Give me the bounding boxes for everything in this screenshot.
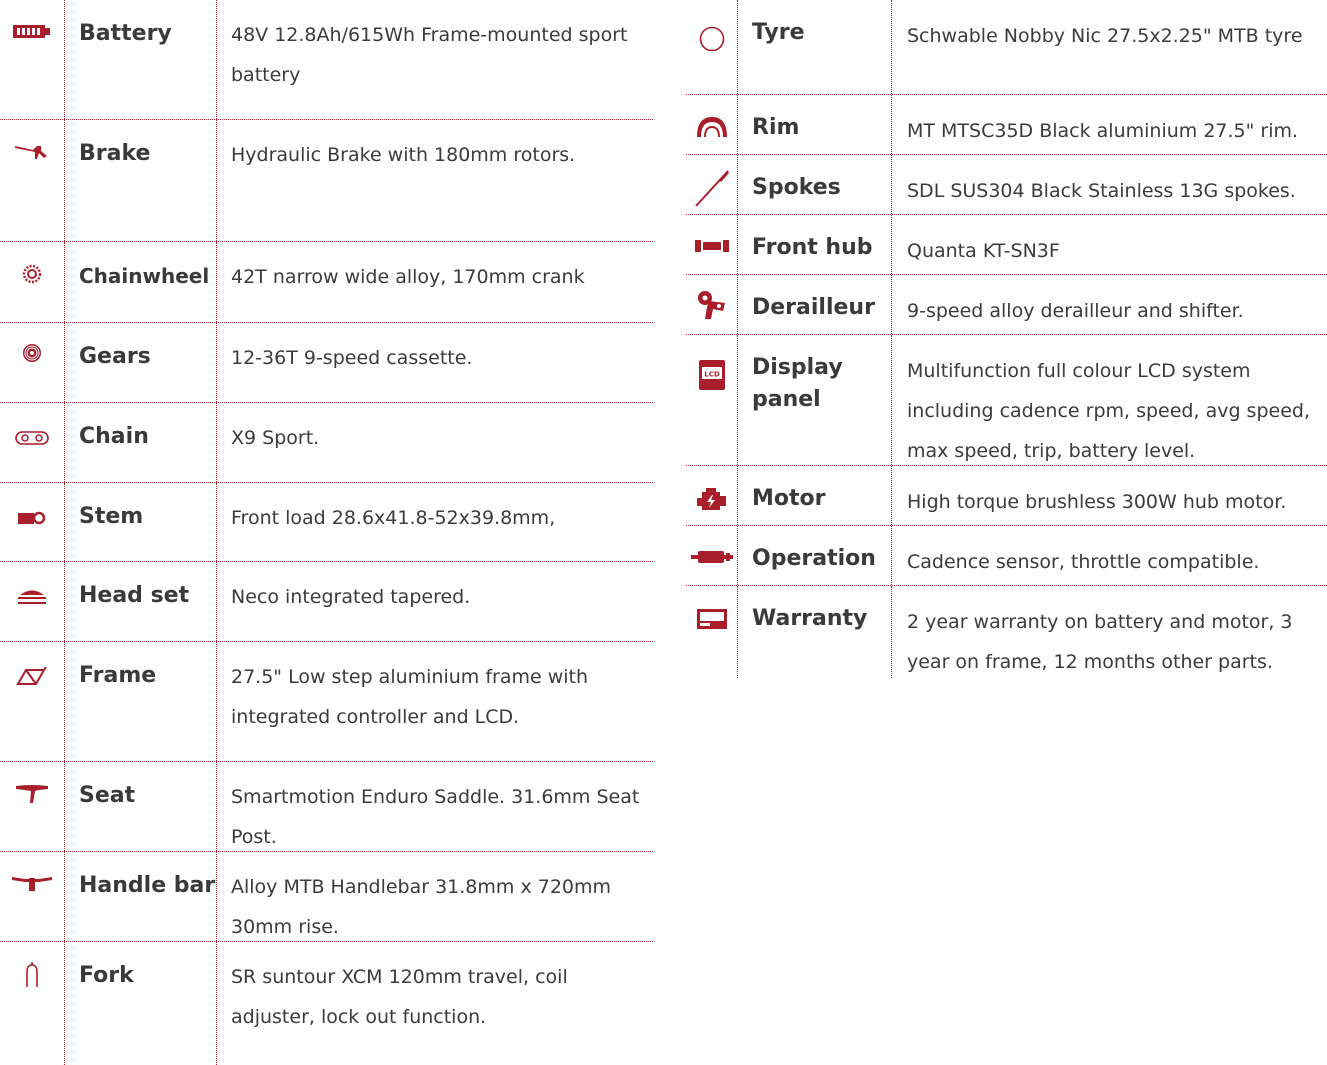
rim-icon bbox=[686, 95, 738, 154]
spec-name: Seat bbox=[65, 762, 217, 851]
spec-row-tyre: Tyre Schwable Nobby Nic 27.5x2.25" MTB t… bbox=[686, 0, 1327, 95]
spec-table-right: Tyre Schwable Nobby Nic 27.5x2.25" MTB t… bbox=[686, 0, 1327, 678]
spec-name: Gears bbox=[65, 323, 217, 402]
spec-name: Stem bbox=[65, 483, 217, 561]
spec-row-brake: Brake Hydraulic Brake with 180mm rotors. bbox=[0, 120, 653, 242]
spec-value: 48V 12.8Ah/615Wh Frame-mounted sport bat… bbox=[231, 24, 628, 86]
spec-value: SDL SUS304 Black Stainless 13G spokes. bbox=[907, 180, 1296, 202]
svg-text:LCD: LCD bbox=[704, 371, 720, 379]
spec-value: Quanta KT-SN3F bbox=[907, 240, 1060, 262]
frame-icon bbox=[0, 642, 65, 761]
spec-row-spokes: Spokes SDL SUS304 Black Stainless 13G sp… bbox=[686, 155, 1327, 215]
tyre-icon bbox=[686, 0, 738, 94]
spec-name: Handle bar bbox=[65, 852, 217, 941]
spec-row-headset: Head set Neco integrated tapered. bbox=[0, 562, 653, 642]
spec-row-chainwheel: Chainwheel 42T narrow wide alloy, 170mm … bbox=[0, 242, 653, 323]
spec-row-rim: Rim MT MTSC35D Black aluminium 27.5" rim… bbox=[686, 95, 1327, 155]
spec-row-seat: Seat Smartmotion Enduro Saddle. 31.6mm S… bbox=[0, 762, 653, 852]
spec-name: Spokes bbox=[738, 155, 892, 214]
warranty-icon bbox=[686, 586, 738, 678]
spec-row-stem: Stem Front load 28.6x41.8-52x39.8mm, bbox=[0, 483, 653, 562]
spec-name: Frame bbox=[65, 642, 217, 761]
seat-icon bbox=[0, 762, 65, 851]
spec-value: 42T narrow wide alloy, 170mm crank bbox=[231, 266, 585, 288]
spec-row-display-panel: LCD Display panel Multifunction full col… bbox=[686, 335, 1327, 466]
spec-value: 9-speed alloy derailleur and shifter. bbox=[907, 300, 1244, 322]
spec-value: 2 year warranty on battery and motor, 3 … bbox=[907, 611, 1293, 673]
spec-name: Derailleur bbox=[738, 275, 892, 334]
spec-value: SR suntour XCM 120mm travel, coil adjust… bbox=[231, 966, 568, 1028]
spec-name: Battery bbox=[65, 0, 217, 119]
spec-value: 27.5" Low step aluminium frame with inte… bbox=[231, 666, 589, 728]
operation-icon bbox=[686, 526, 738, 585]
spec-value: Hydraulic Brake with 180mm rotors. bbox=[231, 144, 576, 166]
spec-name: Fork bbox=[65, 942, 217, 1065]
spec-value: X9 Sport. bbox=[231, 427, 320, 449]
spec-row-frame: Frame 27.5" Low step aluminium frame wit… bbox=[0, 642, 653, 762]
spec-row-fork: Fork SR suntour XCM 120mm travel, coil a… bbox=[0, 942, 653, 1065]
brake-lever-icon bbox=[0, 120, 65, 241]
spec-name: Chainwheel bbox=[65, 242, 217, 322]
spec-name: Display panel bbox=[738, 335, 892, 465]
handlebar-icon bbox=[0, 852, 65, 941]
fork-icon bbox=[0, 942, 65, 1065]
chain-icon bbox=[0, 403, 65, 482]
spoke-icon bbox=[686, 155, 738, 214]
spec-name: Rim bbox=[738, 95, 892, 154]
spec-value: High torque brushless 300W hub motor. bbox=[907, 491, 1287, 513]
spec-value: Front load 28.6x41.8-52x39.8mm, bbox=[231, 507, 556, 529]
stem-icon bbox=[0, 483, 65, 561]
spec-value: MT MTSC35D Black aluminium 27.5" rim. bbox=[907, 120, 1299, 142]
spec-name: Motor bbox=[738, 466, 892, 525]
spec-row-battery: Battery 48V 12.8Ah/615Wh Frame-mounted s… bbox=[0, 0, 653, 120]
spec-name: Head set bbox=[65, 562, 217, 641]
lcd-display-icon: LCD bbox=[686, 335, 738, 465]
spec-row-operation: Operation Cadence sensor, throttle compa… bbox=[686, 526, 1327, 586]
spec-row-handlebar: Handle bar Alloy MTB Handlebar 31.8mm x … bbox=[0, 852, 653, 942]
spec-value: Smartmotion Enduro Saddle. 31.6mm Seat P… bbox=[231, 786, 640, 848]
spec-name: Chain bbox=[65, 403, 217, 482]
spec-row-chain: Chain X9 Sport. bbox=[0, 403, 653, 483]
spec-row-front-hub: Front hub Quanta KT-SN3F bbox=[686, 215, 1327, 275]
hub-icon bbox=[686, 215, 738, 274]
spec-value: Neco integrated tapered. bbox=[231, 586, 471, 608]
cassette-icon bbox=[0, 323, 65, 402]
spec-row-motor: Motor High torque brushless 300W hub mot… bbox=[686, 466, 1327, 526]
spec-name: Operation bbox=[738, 526, 892, 585]
spec-name: Tyre bbox=[738, 0, 892, 94]
spec-name: Front hub bbox=[738, 215, 892, 274]
spec-row-warranty: Warranty 2 year warranty on battery and … bbox=[686, 586, 1327, 678]
spec-row-gears: Gears 12-36T 9-speed cassette. bbox=[0, 323, 653, 403]
spec-value: 12-36T 9-speed cassette. bbox=[231, 347, 473, 369]
headset-icon bbox=[0, 562, 65, 641]
derailleur-icon bbox=[686, 275, 738, 334]
spec-value: Multifunction full colour LCD system inc… bbox=[907, 360, 1310, 462]
spec-row-derailleur: Derailleur 9-speed alloy derailleur and … bbox=[686, 275, 1327, 335]
spec-value: Alloy MTB Handlebar 31.8mm x 720mm 30mm … bbox=[231, 876, 612, 938]
spec-value: Schwable Nobby Nic 27.5x2.25" MTB tyre bbox=[907, 25, 1303, 47]
chainwheel-icon bbox=[0, 242, 65, 322]
spec-name: Brake bbox=[65, 120, 217, 241]
spec-value: Cadence sensor, throttle compatible. bbox=[907, 551, 1260, 573]
motor-icon bbox=[686, 466, 738, 525]
battery-icon bbox=[0, 0, 65, 119]
spec-table-left: Battery 48V 12.8Ah/615Wh Frame-mounted s… bbox=[0, 0, 653, 1065]
spec-name: Warranty bbox=[738, 586, 892, 678]
